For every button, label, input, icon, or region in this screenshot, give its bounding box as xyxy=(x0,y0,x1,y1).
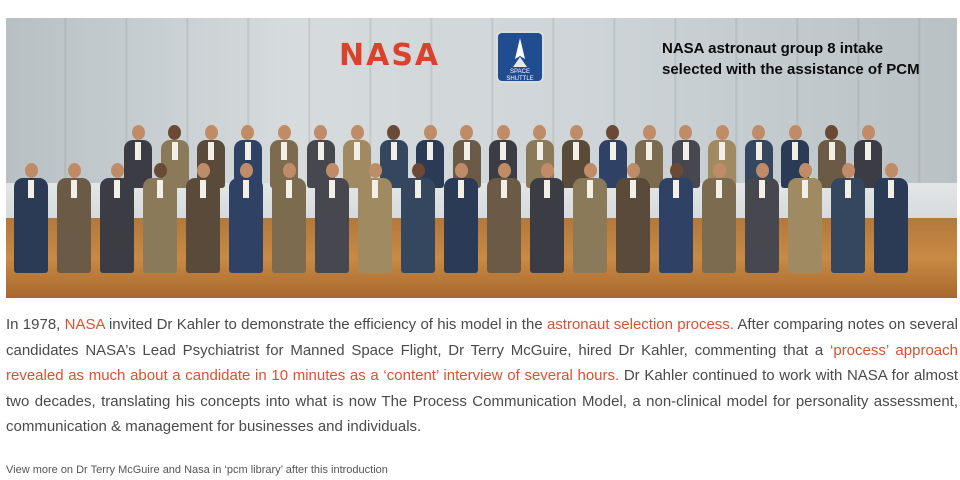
astronaut-selection-link[interactable]: astronaut selection process. xyxy=(547,316,734,333)
caption-line-2: selected with the assistance of PCM xyxy=(662,61,920,78)
astronaut-head xyxy=(715,125,729,140)
astronaut-head xyxy=(540,163,554,178)
astronaut-head xyxy=(277,125,291,140)
astronaut-head xyxy=(368,163,382,178)
astronaut-head xyxy=(131,125,145,140)
astronaut-head xyxy=(752,125,765,140)
astronaut-shirt xyxy=(390,142,397,160)
astronaut-head xyxy=(67,163,81,178)
emblem-label: SPACE SHUTTLE xyxy=(506,69,534,82)
astronaut-head xyxy=(239,163,253,178)
astronaut-shirt xyxy=(716,180,722,198)
astronaut-head xyxy=(350,125,364,140)
astronaut-shirt xyxy=(415,180,421,198)
astronaut-head xyxy=(712,163,726,178)
astronaut-shirt xyxy=(828,142,835,160)
astronaut-head xyxy=(626,163,640,178)
footnote: View more on Dr Terry McGuire and Nasa i… xyxy=(6,464,388,476)
astronaut-shirt xyxy=(544,180,550,198)
astronaut-shirt xyxy=(501,180,507,198)
astronaut-shirt xyxy=(317,142,324,160)
astronaut-shirt xyxy=(845,180,851,198)
astronaut-shirt xyxy=(458,180,464,198)
astronaut-head xyxy=(496,125,510,140)
astronaut-shirt xyxy=(28,180,34,198)
astronaut-head xyxy=(241,125,254,140)
article-text-2: invited Dr Kahler to demonstrate the eff… xyxy=(104,316,547,333)
astronaut-shirt xyxy=(500,142,506,160)
caption-line-1: NASA astronaut group 8 intake xyxy=(662,40,884,57)
astronaut-head xyxy=(454,163,468,178)
astronaut-head xyxy=(669,163,683,178)
astronaut-head xyxy=(325,163,339,178)
astronaut-shirt xyxy=(171,142,178,160)
astronaut-shirt xyxy=(243,180,249,198)
astronaut-head xyxy=(679,125,692,140)
astronaut-head xyxy=(825,125,838,140)
nasa-link[interactable]: NASA xyxy=(65,316,105,333)
astronaut-shirt xyxy=(888,180,894,198)
astronaut-shirt xyxy=(71,180,77,198)
astronaut-shirt xyxy=(609,142,616,160)
astronaut-shirt xyxy=(719,142,725,160)
astronaut-head xyxy=(861,125,875,140)
astronaut-head xyxy=(153,163,167,178)
article-paragraph: In 1978, NASA invited Dr Kahler to demon… xyxy=(6,312,958,440)
astronaut-shirt xyxy=(755,142,762,160)
astronaut-head xyxy=(204,125,218,140)
astronaut-head xyxy=(497,163,511,178)
astronaut-shirt xyxy=(427,142,433,160)
astronaut-shirt xyxy=(286,180,292,198)
astronaut-shirt xyxy=(281,142,287,160)
astronaut-shirt xyxy=(573,142,579,160)
nasa-logo: NASA xyxy=(339,38,441,73)
astronaut-shirt xyxy=(114,180,120,198)
astronaut-shirt xyxy=(536,142,543,160)
astronaut-head xyxy=(583,163,597,178)
astronaut-head xyxy=(569,125,583,140)
astronaut-shirt xyxy=(802,180,808,198)
astronaut-shirt xyxy=(865,142,871,160)
astronaut-shirt xyxy=(792,142,798,160)
astronaut-head xyxy=(533,125,546,140)
astronaut-shirt xyxy=(372,180,378,198)
astronaut-head xyxy=(196,163,210,178)
astronaut-head xyxy=(282,163,296,178)
astronaut-head xyxy=(606,125,619,140)
astronaut-head xyxy=(423,125,437,140)
astronaut-head xyxy=(755,163,769,178)
astronaut-head xyxy=(24,163,38,178)
astronaut-head xyxy=(387,125,400,140)
astronaut-shirt xyxy=(646,142,652,160)
astronaut-head xyxy=(642,125,656,140)
astronaut-head xyxy=(168,125,181,140)
astronaut-shirt xyxy=(329,180,335,198)
astronaut-shirt xyxy=(157,180,163,198)
astronaut-shirt xyxy=(463,142,470,160)
astronaut-shirt xyxy=(759,180,765,198)
astronaut-head xyxy=(841,163,855,178)
astronaut-head xyxy=(798,163,812,178)
space-shuttle-emblem: SPACE SHUTTLE xyxy=(496,31,544,83)
astronaut-head xyxy=(314,125,327,140)
astronaut-head xyxy=(884,163,898,178)
astronaut-shirt xyxy=(630,180,636,198)
photo-caption: NASA astronaut group 8 intake selected w… xyxy=(662,38,952,80)
astronaut-shirt xyxy=(200,180,206,198)
astronaut-shirt xyxy=(244,142,251,160)
astronaut-shirt xyxy=(135,142,141,160)
astronaut-shirt xyxy=(673,180,679,198)
astronaut-shirt xyxy=(587,180,593,198)
astronaut-shirt xyxy=(208,142,214,160)
shuttle-icon xyxy=(513,38,527,67)
article-text-1: In 1978, xyxy=(6,316,65,333)
astronaut-shirt xyxy=(682,142,689,160)
astronaut-head xyxy=(788,125,802,140)
astronaut-shirt xyxy=(354,142,360,160)
astronaut-group-photo: NASA SPACE SHUTTLE NASA astronaut group … xyxy=(6,18,957,298)
astronaut-head xyxy=(411,163,425,178)
astronaut-head xyxy=(460,125,473,140)
astronaut-head xyxy=(110,163,124,178)
